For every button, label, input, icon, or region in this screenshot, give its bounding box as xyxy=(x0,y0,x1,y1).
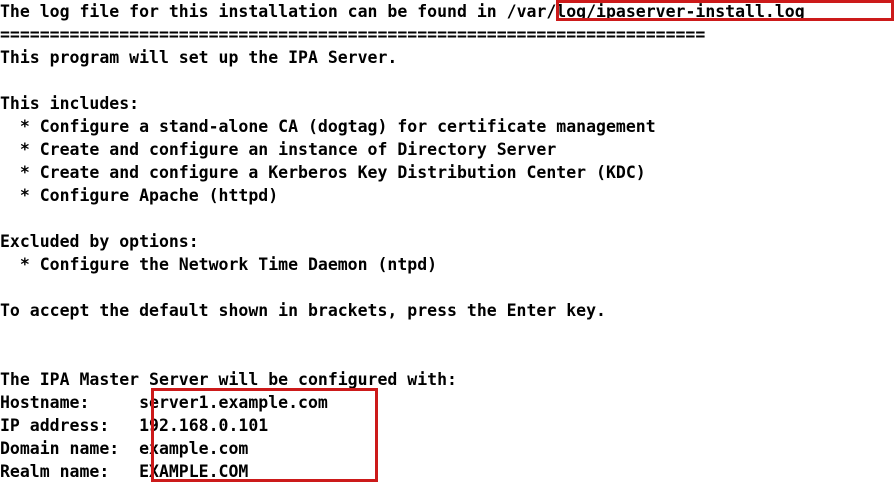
excluded-item-0: * Configure the Network Time Daemon (ntp… xyxy=(0,255,438,274)
config-row-realm-name: Realm name: EXAMPLE.COM xyxy=(0,462,249,481)
intro-line: This program will set up the IPA Server. xyxy=(0,48,398,67)
includes-item-3: * Configure Apache (httpd) xyxy=(0,186,279,205)
separator-line: ========================================… xyxy=(0,25,706,44)
master-heading: The IPA Master Server will be configured… xyxy=(0,370,457,389)
config-row-hostname: Hostname: server1.example.com xyxy=(0,393,328,412)
includes-item-0: * Configure a stand-alone CA (dogtag) fo… xyxy=(0,117,656,136)
includes-item-2: * Create and configure a Kerberos Key Di… xyxy=(0,163,646,182)
accept-default-line: To accept the default shown in brackets,… xyxy=(0,301,606,320)
includes-item-1: * Create and configure an instance of Di… xyxy=(0,140,557,159)
log-file-path: /var/log/ipaserver-install.log xyxy=(506,2,805,21)
excluded-heading: Excluded by options: xyxy=(0,232,199,251)
includes-heading: This includes: xyxy=(0,94,140,113)
log-file-prefix: The log file for this installation can b… xyxy=(0,2,507,21)
log-file-line: The log file for this installation can b… xyxy=(0,0,894,23)
config-row-ip-address: IP address: 192.168.0.101 xyxy=(0,416,269,435)
config-row-domain-name: Domain name: example.com xyxy=(0,439,249,458)
terminal-output: The log file for this installation can b… xyxy=(0,0,894,500)
